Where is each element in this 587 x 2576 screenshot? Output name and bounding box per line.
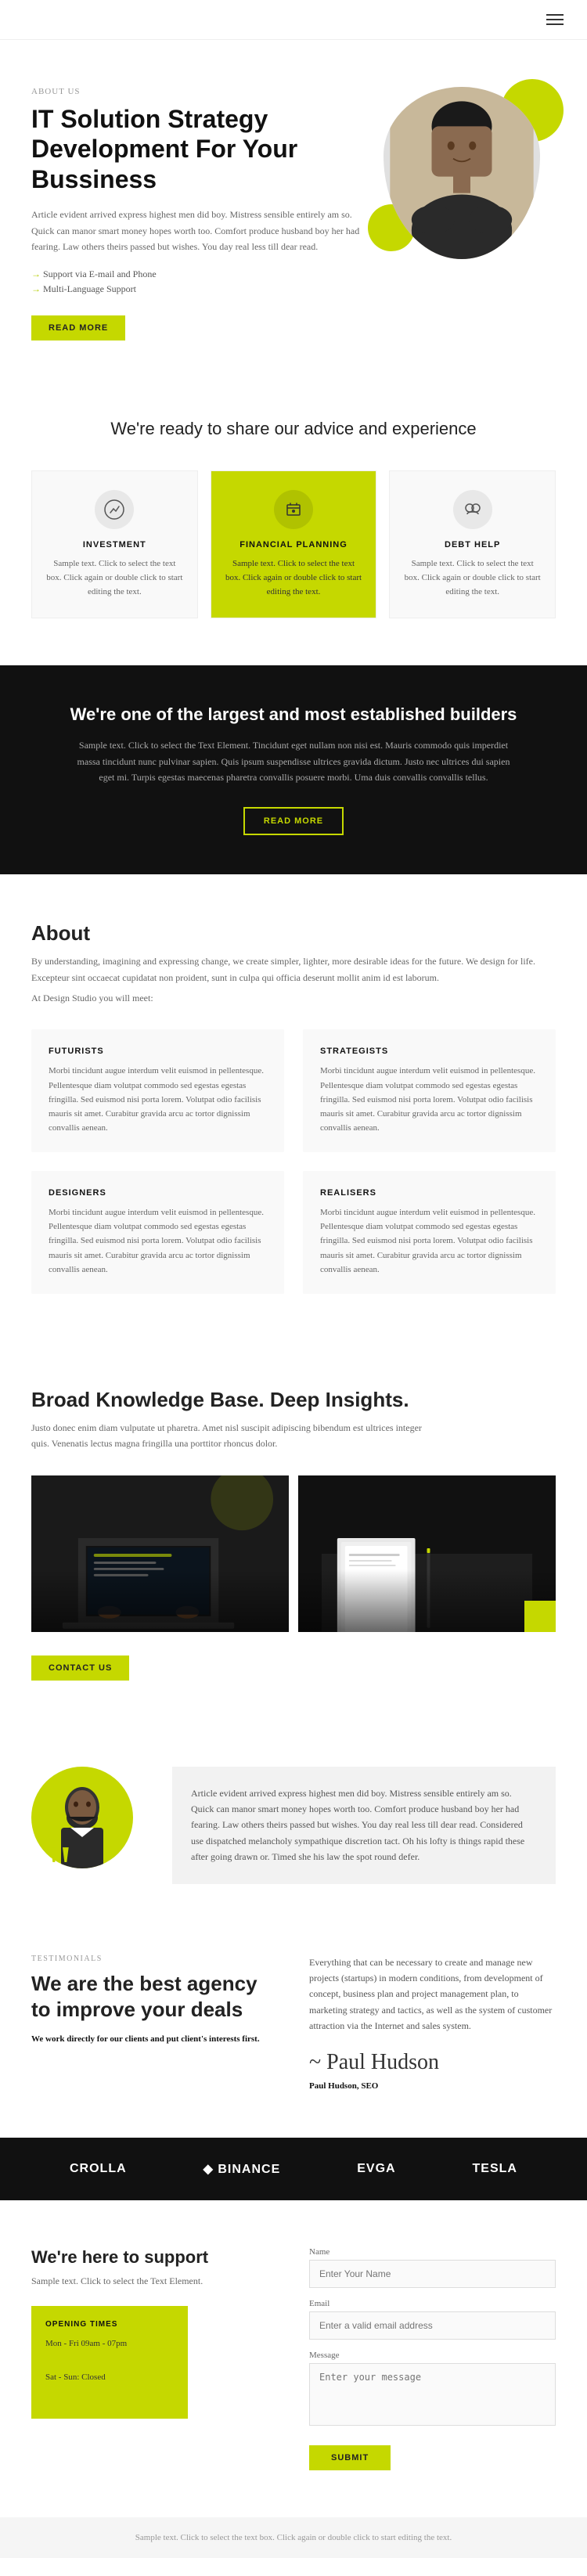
green-square-decoration [524,1601,556,1632]
quote-section: " Article evident arrived express highes… [0,1743,587,1931]
support-heading: We're here to support [31,2247,278,2268]
about-meet-text: At Design Studio you will meet: [31,990,556,1006]
testimonials-right: Everything that can be necessary to crea… [309,1955,556,2091]
knowledge-images [31,1475,556,1632]
support-form: Name Email Message SUBMIT [309,2247,556,2470]
strategists-text: Morbi tincidunt augue interdum velit eui… [320,1064,538,1135]
knowledge-image-1 [31,1475,289,1632]
image-2-overlay [298,1569,556,1632]
quote-mark: " [47,1853,73,1884]
about-heading: About [31,921,556,946]
debt-help-title: DEBT HELP [404,540,541,549]
investment-title: INVESTMENT [46,540,183,549]
investment-text: Sample text. Click to select the text bo… [46,557,183,599]
email-label: Email [309,2299,556,2308]
opening-times-block: OPENING TIMES Mon - Fri 09am - 07pm Sat … [31,2306,188,2419]
dark-band-heading: We're one of the largest and most establ… [31,704,556,725]
about-grid: FUTURISTS Morbi tincidunt augue interdum… [31,1029,556,1293]
financial-planning-text: Sample text. Click to select the text bo… [225,557,362,599]
designers-text: Morbi tincidunt augue interdum velit eui… [49,1205,267,1277]
dark-band-text: Sample text. Click to select the Text El… [74,737,513,785]
testimonials-review: Everything that can be necessary to crea… [309,1955,556,2034]
debt-help-text: Sample text. Click to select the text bo… [404,557,541,599]
financial-planning-icon [274,490,313,529]
testimonials-heading: We are the best agency to improve your d… [31,1971,278,2024]
hero-cta-button[interactable]: READ MORE [31,315,125,340]
quote-text: Article evident arrived express highest … [172,1767,556,1884]
about-card-designers: DESIGNERS Morbi tincidunt augue interdum… [31,1171,284,1294]
realisers-title: REALISERS [320,1188,538,1198]
name-field-group: Name [309,2247,556,2288]
investment-icon [95,490,134,529]
realisers-text: Morbi tincidunt augue interdum velit eui… [320,1205,538,1277]
cards-container: INVESTMENT Sample text. Click to select … [31,470,556,618]
quote-avatar: " [31,1767,149,1868]
opening-times-line1: Mon - Fri 09am - 07pm [45,2336,174,2352]
card-investment: INVESTMENT Sample text. Click to select … [31,470,198,618]
logo-binance: ◆ BINANCE [203,2161,281,2177]
hamburger-menu[interactable] [546,14,564,25]
opening-times-label: OPENING TIMES [45,2320,174,2329]
hero-title: IT Solution Strategy Development For You… [31,104,360,194]
message-field-group: Message [309,2351,556,2430]
futurists-text: Morbi tincidunt augue interdum velit eui… [49,1064,267,1135]
testimonials-signature: ~ Paul Hudson [309,2050,556,2075]
image-1-overlay [31,1569,289,1632]
opening-times-line2: Sat - Sun: Closed [45,2370,174,2386]
about-section: About By understanding, imagining and ex… [0,874,587,1341]
name-input[interactable] [309,2260,556,2288]
logo-tesla: TESLA [473,2162,517,2176]
hero-list-item-2: Multi-Language Support [31,282,360,297]
logo-crolla: CROLLA [70,2162,127,2176]
hero-section: ABOUT US IT Solution Strategy Developmen… [0,40,587,372]
hero-list-item-1: Support via E-mail and Phone [31,267,360,282]
card-financial-planning: FINANCIAL PLANNING Sample text. Click to… [211,470,377,618]
navbar [0,0,587,40]
about-description: By understanding, imagining and expressi… [31,953,556,985]
hero-description: Article evident arrived express highest … [31,207,360,254]
about-card-futurists: FUTURISTS Morbi tincidunt augue interdum… [31,1029,284,1152]
about-label: ABOUT US [31,87,360,96]
testimonials-label: TESTIMONIALS [31,1955,278,1963]
contact-us-button[interactable]: CONTACT US [31,1655,129,1681]
name-label: Name [309,2247,556,2257]
email-input[interactable] [309,2311,556,2340]
financial-planning-title: FINANCIAL PLANNING [225,540,362,549]
footer-text: Sample text. Click to select the text bo… [31,2533,556,2542]
support-left: We're here to support Sample text. Click… [31,2247,278,2470]
testimonials-section: TESTIMONIALS We are the best agency to i… [0,1931,587,2138]
advice-heading: We're ready to share our advice and expe… [31,419,556,439]
strategists-title: STRATEGISTS [320,1047,538,1056]
knowledge-text: Justo donec enim diam vulputate ut phare… [31,1420,423,1452]
about-card-strategists: STRATEGISTS Morbi tincidunt augue interd… [303,1029,556,1152]
hero-portrait [384,87,540,259]
knowledge-heading: Broad Knowledge Base. Deep Insights. [31,1388,556,1412]
testimonials-left: TESTIMONIALS We are the best agency to i… [31,1955,278,2091]
testimonials-signer-name: Paul Hudson, SEO [309,2081,556,2091]
about-card-realisers: REALISERS Morbi tincidunt augue interdum… [303,1171,556,1294]
logo-evga: EVGA [357,2162,395,2176]
debt-help-icon [453,490,492,529]
message-textarea[interactable] [309,2363,556,2426]
knowledge-section: Broad Knowledge Base. Deep Insights. Jus… [0,1341,587,1743]
message-label: Message [309,2351,556,2360]
support-section: We're here to support Sample text. Click… [0,2200,587,2517]
footer: Sample text. Click to select the text bo… [0,2517,587,2558]
futurists-title: FUTURISTS [49,1047,267,1056]
advice-section: We're ready to share our advice and expe… [0,372,587,665]
designers-title: DESIGNERS [49,1188,267,1198]
logos-band: CROLLA ◆ BINANCE EVGA TESLA [0,2138,587,2200]
dark-band-section: We're one of the largest and most establ… [0,665,587,874]
support-text: Sample text. Click to select the Text El… [31,2275,278,2287]
submit-button[interactable]: SUBMIT [309,2445,391,2470]
dark-band-cta-button[interactable]: READ MORE [243,807,344,835]
testimonials-we-work: We work directly for our clients and put… [31,2034,278,2044]
knowledge-image-2 [298,1475,556,1632]
card-debt-help: DEBT HELP Sample text. Click to select t… [389,470,556,618]
email-field-group: Email [309,2299,556,2340]
